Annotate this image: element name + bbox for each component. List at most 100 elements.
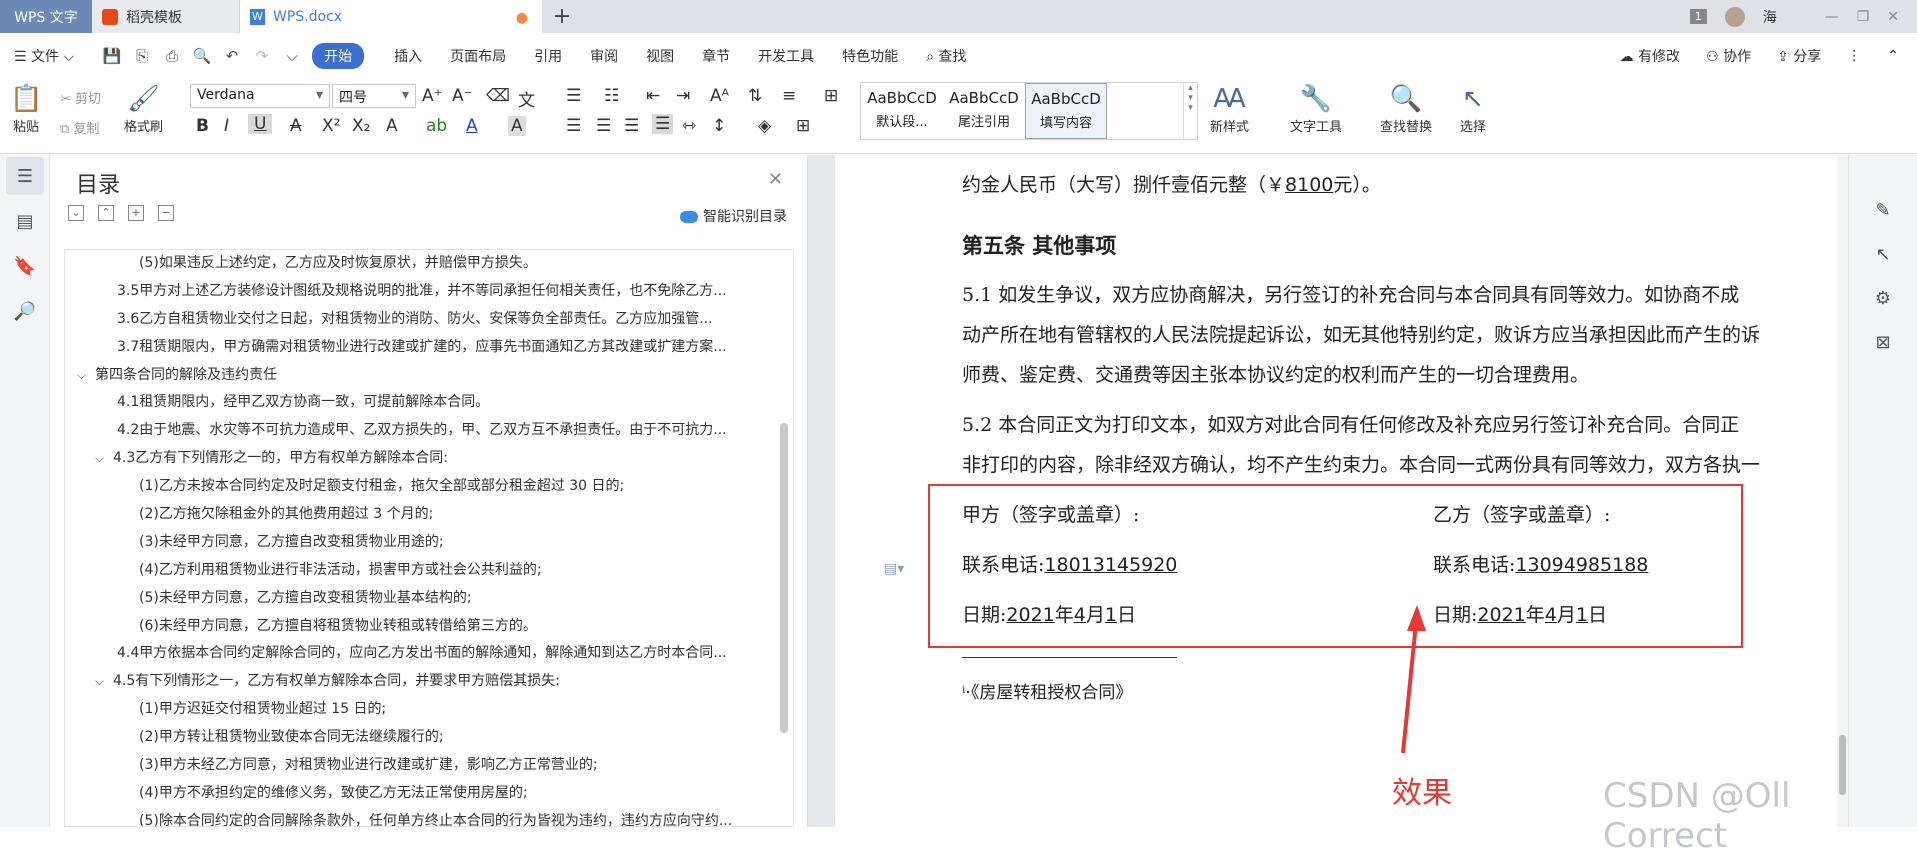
toc-item[interactable]: ⌵ 4.3乙方有下列情形之一的，甲方有权单方解除本合同: (65, 445, 793, 473)
more-icon[interactable]: ⋮ (1847, 48, 1861, 64)
toc-item[interactable]: (1)甲方迟延交付租赁物业超过 15 日的; (65, 696, 793, 724)
toc-item[interactable]: (2)甲方转让租赁物业致使本合同无法继续履行的; (65, 724, 793, 752)
settings-sliders-icon[interactable]: ⚙ (1868, 283, 1898, 313)
shrink-font-icon[interactable]: A⁻ (452, 86, 473, 106)
tab-review[interactable]: 审阅 (590, 46, 618, 66)
close-panel-icon[interactable]: ⊠ (1868, 327, 1898, 357)
toc-item[interactable]: 3.6乙方自租赁物业交付之日起，对租赁物业的消防、防火、安保等负全部责任。乙方应… (65, 306, 793, 334)
align-right-icon[interactable]: ☰ (624, 116, 639, 136)
sort-icon[interactable]: ⇅ (748, 86, 762, 106)
add-heading-icon[interactable]: + (128, 205, 144, 221)
pages-icon[interactable]: ▤ (6, 202, 44, 240)
close-icon[interactable]: ✕ (768, 169, 783, 190)
font-size-select[interactable]: 四号 ▾ (332, 84, 416, 108)
document-scrollbar[interactable] (1837, 155, 1848, 827)
font-select[interactable]: Verdana ▾ (190, 84, 330, 108)
close-icon[interactable]: ✕ (1887, 9, 1899, 25)
find-icon[interactable]: 🔎 (6, 292, 44, 330)
font-color-icon[interactable]: A (466, 116, 478, 136)
cut-button[interactable]: ✂ 剪切 (60, 88, 101, 107)
tab-features[interactable]: 特色功能 (842, 46, 898, 66)
tab-document[interactable]: W WPS.docx ● (240, 0, 542, 33)
app-tab[interactable]: WPS 文字 (0, 0, 92, 33)
strikethrough-icon[interactable]: A (290, 116, 302, 136)
select-button[interactable]: ↖ 选择 (1460, 82, 1486, 135)
toc-item[interactable]: (2)乙方拖欠除租金外的其他费用超过 3 个月的; (65, 501, 793, 529)
toc-item[interactable]: 4.4甲方依据本合同约定解除合同的，应向乙方发出书面的解除通知，解除通知到达乙方… (65, 640, 793, 668)
toc-item[interactable]: (4)乙方利用租赁物业进行非法活动，损害甲方或社会公共利益的; (65, 557, 793, 585)
toc-item[interactable]: ⌵ 第四条合同的解除及违约责任 (65, 362, 793, 390)
chevron-down-icon[interactable]: ⌵ (77, 362, 95, 390)
modified-button[interactable]: ☁ 有修改 (1620, 46, 1680, 66)
share-button[interactable]: ⇪ 分享 (1777, 46, 1821, 66)
toc-item[interactable]: 3.5甲方对上述乙方装修设计图纸及规格说明的批准，并不等同承担任何相关责任，也不… (65, 278, 793, 306)
redo-icon[interactable]: ↷ (252, 46, 272, 66)
style-default[interactable]: AaBbCcD 默认段... (861, 83, 943, 139)
underline-icon[interactable]: U (248, 114, 273, 134)
tab-chapter[interactable]: 章节 (702, 46, 730, 66)
superscript-icon[interactable]: X² (322, 116, 340, 136)
paste-button[interactable]: 📋 粘贴 (10, 82, 42, 135)
chevron-down-icon[interactable]: ⌵ (95, 445, 113, 473)
new-style-button[interactable]: Ꜳ 新样式 (1210, 82, 1249, 135)
customize-icon[interactable]: ⌵ (282, 46, 302, 66)
phonetic-icon[interactable]: 文 (518, 86, 535, 111)
toc-scrollbar[interactable] (780, 423, 788, 733)
clear-format-icon[interactable]: ⌫ (486, 86, 510, 106)
format-painter-button[interactable]: 🖌 格式刷 (124, 82, 163, 135)
toc-item[interactable]: 3.7租赁期限内，甲方确需对租赁物业进行改建或扩建的，应事先书面通知乙方其改建或… (65, 334, 793, 362)
change-case-icon[interactable]: Aᴬ (710, 86, 729, 106)
preview-icon[interactable]: 🔍 (192, 46, 212, 66)
remove-heading-icon[interactable]: − (158, 205, 174, 221)
collab-button[interactable]: ⚇ 协作 (1706, 46, 1751, 66)
bookmark-icon[interactable]: 🔖 (6, 247, 44, 285)
text-effect-icon[interactable]: A (386, 116, 398, 136)
export-icon[interactable]: ⎘ (132, 46, 152, 66)
align-left-icon[interactable]: ☰ (566, 116, 581, 136)
align-center-icon[interactable]: ☰ (596, 116, 611, 136)
new-tab-button[interactable]: + (542, 0, 582, 33)
toc-item[interactable]: (5)除本合同约定的合同解除条款外，任何单方终止本合同的行为皆视为违约，违约方应… (65, 808, 793, 826)
style-fill-content[interactable]: AaBbCcD 填写内容 (1025, 83, 1107, 139)
search-button[interactable]: ⌕ 查找 (926, 46, 966, 66)
textbox-icon[interactable]: ⊞ (824, 86, 838, 106)
toc-item[interactable]: (5)未经甲方同意，乙方擅自改变租赁物业基本结构的; (65, 585, 793, 613)
line-spacing-icon[interactable]: ≡ (782, 86, 796, 106)
copy-button[interactable]: ⧉ 复制 (60, 118, 99, 137)
toc-item[interactable]: (1)乙方未按本合同约定及时足额支付租金，拖欠全部或部分租金超过 30 日的; (65, 473, 793, 501)
expand-all-icon[interactable]: ⌃ (98, 205, 114, 221)
highlight-icon[interactable]: ab (426, 116, 447, 136)
print-icon[interactable]: ⎙ (162, 46, 182, 66)
find-replace-button[interactable]: 🔍 查找替换 (1380, 82, 1432, 135)
borders-icon[interactable]: ⊞ (796, 116, 810, 136)
paragraph-spacing-icon[interactable]: ↕ (712, 116, 726, 136)
toc-panel-icon[interactable]: ☰ (6, 157, 44, 195)
minimize-icon[interactable]: — (1825, 9, 1839, 25)
numbering-icon[interactable]: ☷ (604, 86, 619, 106)
tab-references[interactable]: 引用 (534, 46, 562, 66)
collapse-ribbon-icon[interactable]: ⌃ (1887, 48, 1899, 64)
file-menu[interactable]: ☰ 文件 ⌵ (14, 46, 74, 66)
toc-item[interactable]: ⌵ 4.5有下列情形之一，乙方有权单方解除本合同，并要求甲方赔偿其损失: (65, 668, 793, 696)
char-shading-icon[interactable]: A (508, 116, 526, 136)
increase-indent-icon[interactable]: ⇥ (676, 86, 690, 106)
toc-item[interactable]: (5)如果违反上述约定，乙方应及时恢复原状，并赔偿甲方损失。 (65, 250, 793, 278)
tab-template[interactable]: 稻壳模板 (92, 0, 240, 33)
shading-icon[interactable]: ◈ (758, 116, 771, 136)
justify-icon[interactable]: ☰ (652, 114, 674, 134)
pointer-icon[interactable]: ↖ (1868, 239, 1898, 269)
restore-icon[interactable]: ❐ (1857, 9, 1870, 25)
save-icon[interactable]: 💾 (102, 46, 122, 66)
table-handle-icon[interactable]: ▤▾ (884, 561, 904, 577)
tab-developer[interactable]: 开发工具 (758, 46, 814, 66)
toc-item[interactable]: 4.2由于地震、水灾等不可抗力造成甲、乙双方损失的，甲、乙双方互不承担责任。由于… (65, 417, 793, 445)
toc-item[interactable]: (6)未经甲方同意，乙方擅自将租赁物业转租或转借给第三方的。 (65, 613, 793, 641)
grow-font-icon[interactable]: A⁺ (422, 86, 443, 106)
style-endnote-ref[interactable]: AaBbCcD 尾注引用 (943, 83, 1025, 139)
pen-icon[interactable]: ✎ (1868, 195, 1898, 225)
toc-item[interactable]: (4)甲方不承担约定的维修义务，致使乙方无法正常使用房屋的; (65, 780, 793, 808)
tab-insert[interactable]: 插入 (394, 46, 422, 66)
tab-view[interactable]: 视图 (646, 46, 674, 66)
toc-item[interactable]: 4.1租赁期限内，经甲乙双方协商一致，可提前解除本合同。 (65, 389, 793, 417)
undo-icon[interactable]: ↶ (222, 46, 242, 66)
